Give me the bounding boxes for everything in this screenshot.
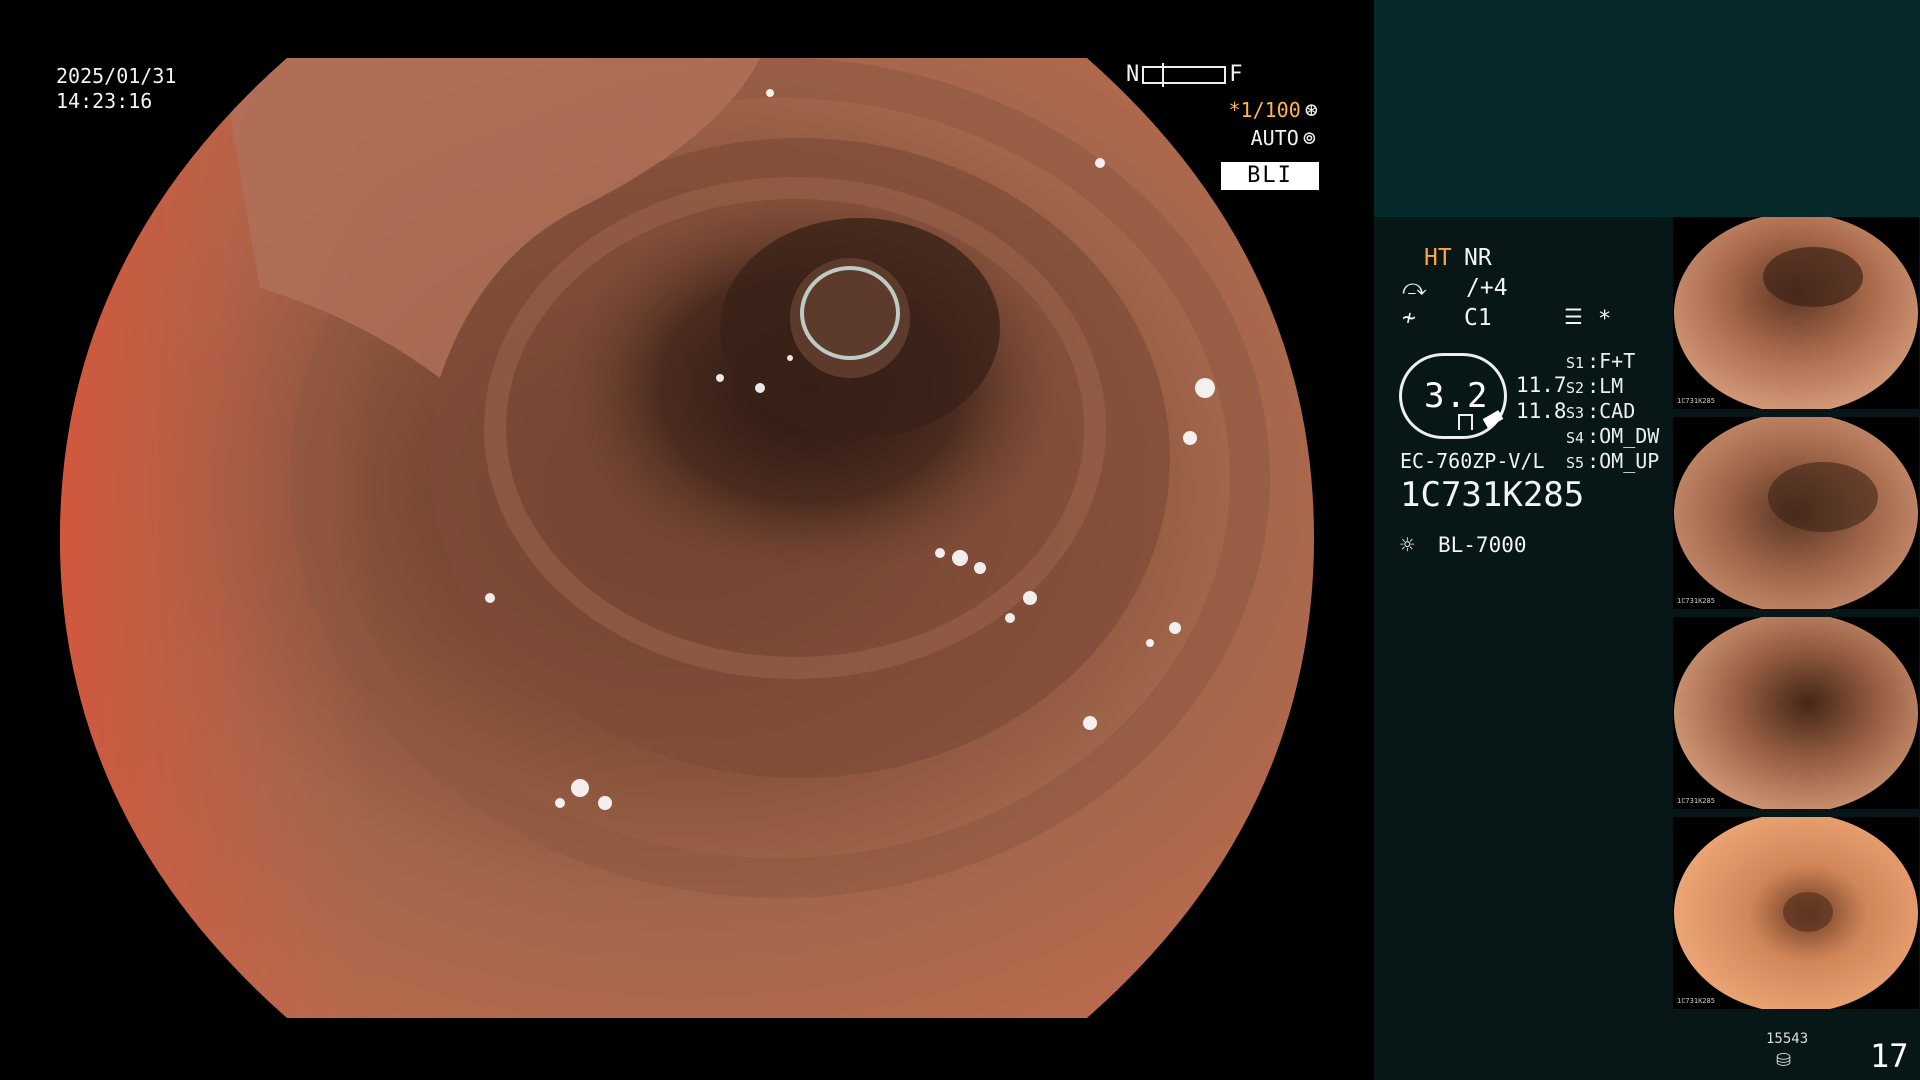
softkey-s1: S1:F+T	[1566, 349, 1636, 373]
softkey-s2: S2:LM	[1566, 374, 1624, 398]
enhancement-icon: ⤼	[1402, 275, 1427, 301]
softkey-s4: S4:OM_DW	[1566, 424, 1660, 448]
panel-header-area	[1374, 0, 1920, 217]
zoom-value: 3.2	[1424, 376, 1489, 416]
thumbnail-caption: 1C731K285	[1677, 397, 1715, 405]
zoom-marker-icon	[1458, 414, 1473, 430]
zoom-indicator: 3.2	[1399, 353, 1507, 439]
scope-serial: 1C731K285	[1400, 475, 1585, 515]
thumbnail-4[interactable]: 1C731K285	[1673, 817, 1919, 1009]
auto-label: AUTO	[1250, 126, 1299, 150]
thumbnail-image	[1674, 417, 1918, 609]
reading-value-1: 11.7	[1516, 373, 1567, 397]
near-far-indicator: N F	[1126, 62, 1243, 87]
thumbnail-caption: 1C731K285	[1677, 597, 1715, 605]
thumbnail-2[interactable]: 1C731K285	[1673, 417, 1919, 609]
endoscopic-image	[60, 58, 1314, 1018]
thumbnail-3[interactable]: 1C731K285	[1673, 617, 1919, 809]
aperture-icon: ⊛	[1304, 98, 1318, 123]
auto-iris-display: AUTO ⊚	[1251, 126, 1316, 151]
page-number: 17	[1870, 1037, 1909, 1075]
image-counter: 15543	[1766, 1031, 1809, 1047]
reading-value-2: 11.8	[1516, 399, 1567, 423]
softkey-s3: S3:CAD	[1566, 399, 1636, 423]
date-label: 2025/01/31	[56, 64, 177, 88]
imaging-mode-badge: BLI	[1221, 162, 1319, 190]
time-label: 14:23:16	[56, 89, 153, 113]
near-label: N	[1126, 62, 1140, 87]
endoscope-view: 2025/01/31 14:23:16 N F *1/100 ⊛ AUTO ⊚ …	[0, 0, 1372, 1080]
storage-icon: ⛁	[1776, 1050, 1792, 1071]
enhancement-value: /+4	[1466, 275, 1508, 301]
light-source-icon: ☼	[1400, 531, 1415, 559]
shutter-value: *1/100	[1228, 98, 1301, 122]
ht-label: HT	[1424, 245, 1452, 271]
shutter-display: *1/100 ⊛	[1229, 98, 1319, 123]
color-mode-value: C1	[1464, 305, 1492, 331]
thumbnail-caption: 1C731K285	[1677, 797, 1715, 805]
thumbnail-image	[1674, 817, 1918, 1009]
scope-model: EC-760ZP-V/L	[1400, 449, 1545, 473]
thumbnail-1[interactable]: 1C731K285	[1673, 217, 1919, 409]
nr-label: NR	[1464, 245, 1492, 271]
iris-icon: ⊚	[1302, 126, 1316, 151]
light-source-model: BL-7000	[1438, 533, 1527, 557]
star-indicator: *	[1598, 307, 1612, 332]
thumbnail-image	[1674, 217, 1918, 409]
thumbnail-image	[1674, 617, 1918, 809]
near-far-bar	[1142, 62, 1227, 87]
thumbnail-caption: 1C731K285	[1677, 997, 1715, 1005]
near-far-marker	[1162, 62, 1165, 87]
color-icon: ≁	[1402, 305, 1416, 331]
far-label: F	[1229, 62, 1243, 87]
softkey-s5: S5:OM_UP	[1566, 449, 1660, 473]
menu-icon: ☰	[1564, 305, 1583, 329]
datetime-display: 2025/01/31 14:23:16	[56, 64, 176, 114]
